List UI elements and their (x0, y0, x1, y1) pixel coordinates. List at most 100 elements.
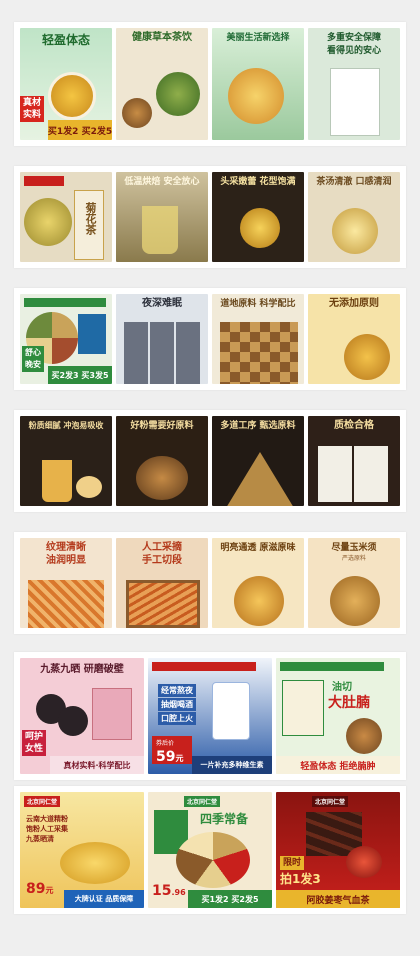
herb-plate-image (176, 832, 250, 888)
tile-beauty-life[interactable]: 美丽生活新选择 (212, 28, 304, 140)
sesame-ball-image (58, 706, 88, 736)
herb-bowl-image (122, 98, 152, 128)
tile-safety[interactable]: 多重安全保障 看得见的安心 (308, 28, 400, 140)
tile-title: 好粉需要好原料 (130, 421, 194, 431)
ingredient-grid-image (220, 322, 298, 384)
tile-title: 无添加原则 (329, 298, 379, 309)
product-label: 菊花茶 (84, 202, 97, 235)
price-decimal: .96 (171, 888, 186, 897)
product-row-5: 纹理清晰 油润明显 人工采摘 手工切段 明亮通透 原滋原味 尽量玉米须 严选原料 (14, 532, 406, 634)
brand-logo (280, 662, 384, 671)
tile-low-temp[interactable]: 低温烘焙 安全放心 (116, 172, 208, 262)
tile-title-2: 手工切段 (142, 555, 182, 566)
herb-bowl-image (346, 718, 382, 754)
herb-tray-image (126, 580, 200, 628)
price-value: 59元 (156, 746, 183, 765)
brand-logo (24, 176, 64, 186)
tile-process[interactable]: 多道工序 甄选原料 (212, 416, 304, 506)
product-box-image (282, 680, 324, 736)
product-row-7: 北京同仁堂 云南大道精粉 饱粉人工采集 九蒸晒清 89元 大牌认证 品质保障 北… (14, 786, 406, 914)
tile-good-materials[interactable]: 好粉需要好原料 (116, 416, 208, 506)
tile-belly-fat[interactable]: 油切 大肚腩 轻盈体态 拒绝腩肿 (276, 658, 400, 774)
tile-title: 低温烘焙 安全放心 (124, 177, 200, 187)
tile-title: 粉质细腻 冲泡易吸收 (28, 421, 104, 430)
tile-four-seasons[interactable]: 北京同仁堂 四季常备 15.96 买1发2 买2发5 (148, 792, 272, 908)
powder-bowl-image (76, 476, 102, 498)
pyramid-image (226, 452, 294, 506)
brand-logo: 北京同仁堂 (312, 796, 349, 807)
tile-title: 纹理清晰 (46, 542, 86, 553)
tea-cup-image (48, 72, 96, 120)
vitamin-bottle-image (212, 682, 250, 740)
product-box-image (78, 314, 106, 354)
price-unit: 元 (45, 886, 54, 895)
tile-chrysanthemum-can[interactable]: 菊花茶 (20, 172, 112, 262)
brand-logo (24, 298, 106, 307)
product-row-3: 舒心 晚安 买2发3 买3发5 夜深难眠 道地原料 科学配比 无添加原则 (14, 288, 406, 390)
limited-badge: 限时 (280, 856, 305, 870)
promo-bar: 一片补充多种维生素 (192, 756, 272, 774)
tile-fine-powder[interactable]: 粉质细腻 冲泡易吸收 (20, 416, 112, 506)
badge-bottom: 女性 (22, 742, 47, 756)
tile-title: 九蒸九晒 研磨破壁 (40, 664, 124, 675)
promo-bar: 大牌认证 品质保障 (64, 890, 144, 908)
tile-donkey-gelatin[interactable]: 北京同仁堂 限时 拍1发3 阿胶姜枣气血茶 (276, 792, 400, 908)
tile-herbal-tea[interactable]: 健康草本茶饮 (116, 28, 208, 140)
badge-bottom: 晚安 (22, 358, 44, 372)
tile-hand-picked[interactable]: 人工采摘 手工切段 (116, 538, 208, 628)
price-number: 59 (156, 749, 176, 765)
tile-title-2: 看得见的安心 (326, 46, 381, 56)
product-row-6: 九蒸九晒 研磨破壁 呵护 女性 真材实料·科学配比 经常熬夜 抽烟喝酒 口腔上火… (14, 652, 406, 780)
price-number: 15 (152, 883, 172, 899)
tile-clear-tea[interactable]: 茶汤清澈 口感清润 (308, 172, 400, 262)
tile-black-sesame[interactable]: 九蒸九晒 研磨破壁 呵护 女性 真材实料·科学配比 (20, 658, 144, 774)
product-box-image (92, 688, 132, 740)
tile-title-2: 大肚腩 (328, 695, 370, 711)
tile-title: 茶汤清澈 口感清润 (316, 177, 392, 187)
tile-sleepless[interactable]: 夜深难眠 (116, 294, 208, 384)
promo-bar: 真材实料·科学配比 (50, 756, 144, 774)
chrysanthemum-pile-image (24, 198, 72, 246)
tile-title: 人工采摘 (142, 542, 182, 553)
tile-title: 健康草本茶饮 (132, 32, 192, 43)
tile-no-additives[interactable]: 无添加原则 (308, 294, 400, 384)
tile-authentic-materials[interactable]: 道地原料 科学配比 (212, 294, 304, 384)
promo-bar: 阿胶姜枣气血茶 (276, 890, 400, 908)
tile-corn-silk[interactable]: 尽量玉米须 严选原料 (308, 538, 400, 628)
chrysanthemum-bud-image (240, 208, 280, 248)
tile-title: 轻盈体态 (41, 33, 90, 47)
tile-title: 多道工序 甄选原料 (220, 421, 296, 431)
tile-title: 四季常备 (200, 812, 249, 826)
tile-slim-tea[interactable]: 轻盈体态 真材 实料 买1发2 买2发5 (20, 28, 112, 140)
raw-material-image (136, 456, 188, 500)
tile-title: 夜深难眠 (142, 298, 182, 309)
tile-pine-pollen[interactable]: 北京同仁堂 云南大道精粉 饱粉人工采集 九蒸晒清 89元 大牌认证 品质保障 (20, 792, 144, 908)
tile-clear-texture[interactable]: 纹理清晰 油润明显 (20, 538, 112, 628)
promo-text: 拍1发3 (280, 872, 321, 886)
report-sheet-image (354, 446, 388, 502)
promo-bar: 买1发2 买2发5 (188, 890, 272, 908)
glass-cup-image (142, 206, 178, 254)
tile-quality-check[interactable]: 质检合格 (308, 416, 400, 506)
tile-first-pick[interactable]: 头采嫩蕾 花型饱满 (212, 172, 304, 262)
tile-title: 头采嫩蕾 花型饱满 (220, 177, 296, 187)
tile-sleep-tea[interactable]: 舒心 晚安 买2发3 买3发5 (20, 294, 112, 384)
tea-spoon-image (332, 208, 378, 254)
tile-title: 道地原料 科学配比 (220, 299, 296, 309)
tile-title: 油切 (332, 682, 352, 693)
bullet-line: 口腔上火 (158, 712, 196, 725)
promo-bar: 轻盈体态 拒绝腩肿 (276, 756, 400, 774)
tea-cup-image (234, 576, 284, 626)
promo-bar: 买1发2 买2发5 (48, 120, 112, 140)
report-sheet-image (318, 446, 352, 502)
flower-tea-image (228, 68, 284, 124)
tile-subtitle: 严选原料 (341, 555, 366, 562)
photo-grid-image (124, 322, 200, 384)
promo-bar: 买2发3 买3发5 (48, 366, 112, 384)
tea-cup-image (344, 334, 390, 380)
tile-vitamin[interactable]: 经常熬夜 抽烟喝酒 口腔上火 券后价 59元 一片补充多种维生素 (148, 658, 272, 774)
tile-title: 美丽生活新选择 (226, 33, 290, 43)
tile-clear-taste[interactable]: 明亮通透 原滋原味 (212, 538, 304, 628)
price-unit: 元 (175, 754, 184, 763)
price-number: 89 (26, 881, 46, 897)
